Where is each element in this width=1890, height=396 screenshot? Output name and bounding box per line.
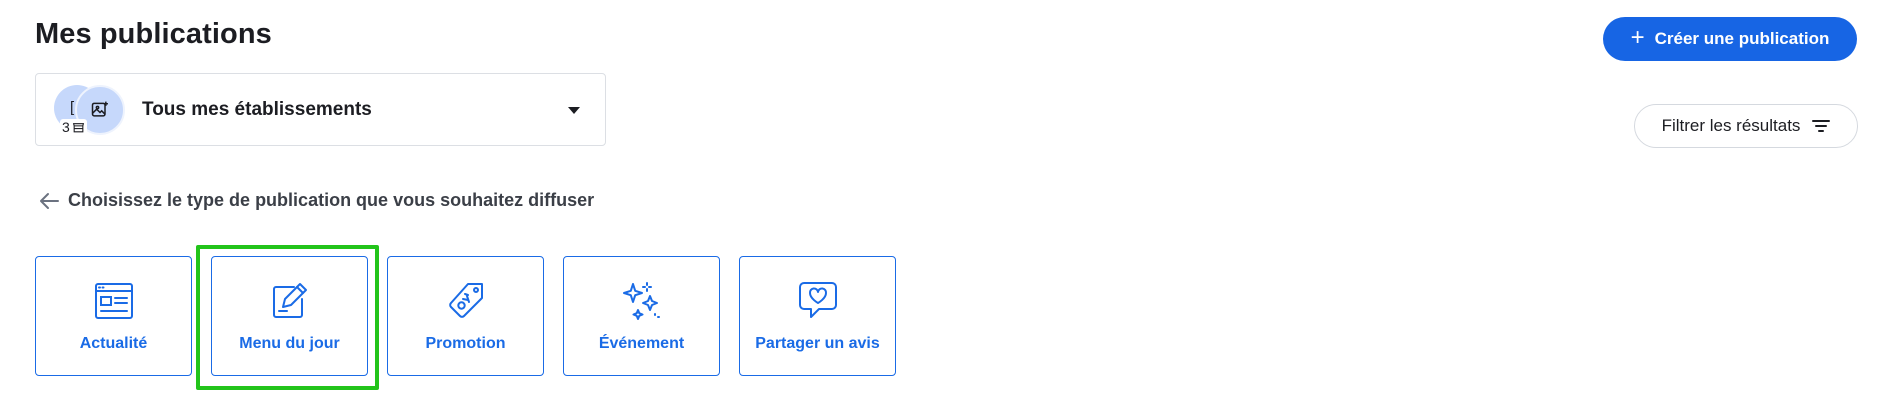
- publication-type-header: Choisissez le type de publication que vo…: [38, 190, 594, 211]
- edit-note-icon: [270, 279, 310, 323]
- establishment-select[interactable]: [ 3 Tous mes établissements: [35, 73, 606, 146]
- filter-results-button[interactable]: Filtrer les résultats: [1634, 104, 1858, 148]
- chevron-down-icon: [568, 107, 580, 114]
- type-card-label: Événement: [598, 335, 685, 352]
- type-card-evenement[interactable]: Événement: [563, 256, 720, 376]
- type-card-actualite[interactable]: Actualité: [35, 256, 192, 376]
- type-card-partager-un-avis[interactable]: Partager un avis: [739, 256, 896, 376]
- type-card-label: Partager un avis: [755, 335, 880, 352]
- tag-percent-icon: [446, 279, 486, 323]
- news-icon: [94, 279, 134, 323]
- heart-bubble-icon: [797, 279, 839, 323]
- create-publication-button[interactable]: + Créer une publication: [1603, 17, 1857, 61]
- filter-results-label: Filtrer les résultats: [1661, 116, 1801, 135]
- publication-type-prompt: Choisissez le type de publication que vo…: [68, 190, 595, 210]
- plus-icon: +: [1630, 24, 1645, 51]
- filter-lines-icon: [1812, 120, 1831, 132]
- publication-type-list: Actualité Menu du jour Promotion Événeme…: [35, 256, 896, 376]
- type-card-label: Promotion: [425, 335, 506, 352]
- type-card-label: Menu du jour: [239, 335, 340, 352]
- page-title: Mes publications: [35, 18, 272, 50]
- sparkles-icon: [621, 279, 663, 323]
- establishment-select-label: Tous mes établissements: [142, 98, 372, 120]
- establishment-count: 3: [60, 119, 87, 135]
- image-add-icon: [91, 101, 108, 117]
- type-card-label: Actualité: [79, 335, 148, 352]
- store-icon: [72, 122, 84, 132]
- create-publication-label: Créer une publication: [1654, 29, 1830, 48]
- type-card-promotion[interactable]: Promotion: [387, 256, 544, 376]
- establishment-avatars: [ 3: [54, 73, 144, 146]
- type-card-menu-du-jour[interactable]: Menu du jour: [211, 256, 368, 376]
- arrow-left-icon[interactable]: [38, 191, 60, 211]
